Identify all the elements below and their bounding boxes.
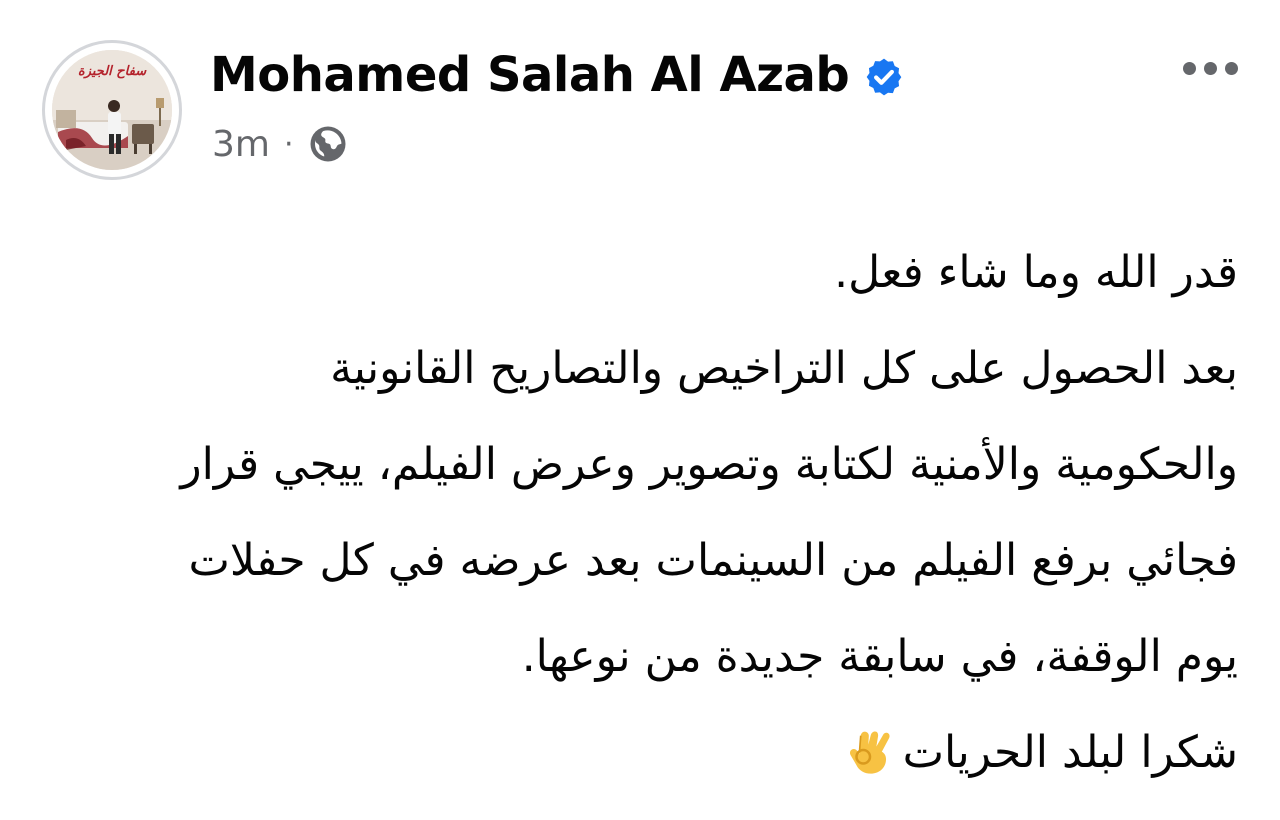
more-horizontal-icon-dot	[1203, 61, 1217, 75]
globe-icon[interactable]	[308, 124, 348, 164]
post-card: سفاح الجيزة Mohamed Salah Al Azab 3m · ق…	[0, 0, 1280, 820]
author-avatar[interactable]: سفاح الجيزة	[42, 40, 182, 180]
meta-separator: ·	[283, 126, 294, 162]
post-header: Mohamed Salah Al Azab	[210, 40, 905, 110]
verified-badge-icon	[863, 56, 905, 98]
post-text-last-line: شكرا لبلد الحريات	[28, 705, 1238, 801]
post-text-line: فجائي برفع الفيلم من السينمات بعد عرضه ف…	[188, 535, 1238, 586]
avatar-title-text: سفاح الجيزة	[77, 64, 147, 79]
more-horizontal-icon-dot	[1224, 61, 1238, 75]
post-timestamp[interactable]: 3m	[212, 124, 270, 165]
post-text-line: قدر الله وما شاء فعل.	[834, 247, 1238, 298]
more-horizontal-icon	[1182, 61, 1196, 75]
post-text-line: بعد الحصول على كل التراخيص والتصاريح الق…	[330, 343, 1238, 394]
avatar-image: سفاح الجيزة	[52, 50, 172, 170]
more-options-button[interactable]	[1170, 48, 1250, 88]
author-name[interactable]: Mohamed Salah Al Azab	[210, 47, 850, 103]
post-text-line: والحكومية والأمنية لكتابة وتصوير وعرض ال…	[180, 439, 1238, 490]
post-meta: 3m ·	[212, 122, 348, 166]
post-text-line: يوم الوقفة، في سابقة جديدة من نوعها.	[521, 631, 1238, 682]
post-text-line: شكرا لبلد الحريات	[902, 727, 1238, 778]
ok-hand-emoji-icon	[843, 715, 897, 774]
post-body: قدر الله وما شاء فعل. بعد الحصول على كل …	[28, 225, 1238, 801]
